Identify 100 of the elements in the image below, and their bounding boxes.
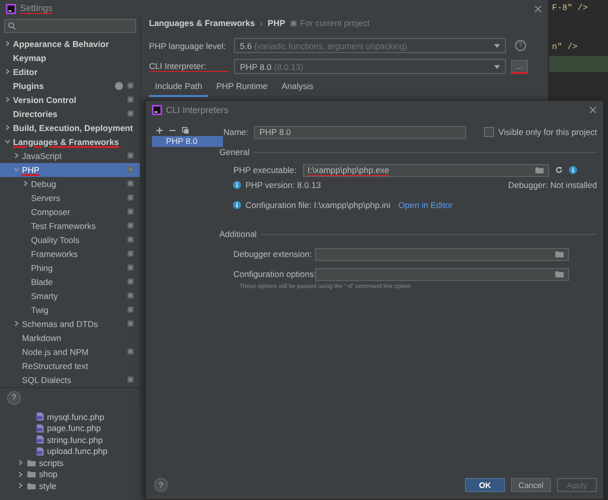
search-field[interactable] bbox=[4, 19, 136, 33]
caret-icon bbox=[494, 44, 500, 48]
copy-icon[interactable] bbox=[182, 126, 189, 134]
tab[interactable]: Analysis bbox=[276, 79, 320, 97]
reload-icon[interactable] bbox=[554, 166, 563, 174]
folder-icon[interactable] bbox=[555, 270, 564, 278]
interpreter-item[interactable]: PHP 8.0 bbox=[152, 136, 224, 147]
window-title: Settings bbox=[20, 3, 53, 14]
php-file-icon bbox=[36, 446, 44, 456]
sidebar-item[interactable]: Twig bbox=[0, 302, 140, 317]
breadcrumb-separator: › bbox=[260, 18, 263, 28]
debugger-status: Debugger: Not installed bbox=[508, 180, 597, 190]
help-button[interactable]: ? bbox=[154, 478, 168, 492]
folder-icon[interactable] bbox=[555, 250, 564, 258]
close-icon[interactable] bbox=[534, 4, 542, 12]
chevron-right-icon[interactable] bbox=[17, 470, 24, 478]
sidebar-item[interactable]: Debug bbox=[0, 176, 140, 191]
code-line: n" /> bbox=[551, 41, 579, 54]
sidebar-item[interactable]: Directories bbox=[0, 106, 140, 121]
sidebar-item[interactable]: ReStructured text bbox=[0, 358, 140, 373]
folder-item[interactable]: scripts bbox=[0, 457, 145, 468]
sidebar-item[interactable]: SQL Dialects bbox=[0, 372, 140, 387]
sidebar-item[interactable]: Schemas and DTDs bbox=[0, 316, 140, 331]
breadcrumb-item: Languages & Frameworks bbox=[149, 18, 255, 28]
dialog-button[interactable]: Cancel bbox=[511, 478, 551, 492]
scope-note: For current project bbox=[300, 18, 370, 28]
app-icon bbox=[6, 4, 16, 14]
sidebar-item[interactable]: Editor bbox=[0, 64, 140, 79]
caret-icon bbox=[494, 64, 500, 68]
tab[interactable]: PHP Runtime bbox=[210, 79, 274, 97]
sidebar-item[interactable]: PHP bbox=[0, 162, 140, 177]
chevron-right-icon[interactable] bbox=[13, 152, 20, 160]
info-icon bbox=[233, 201, 242, 209]
info-icon bbox=[233, 181, 242, 189]
sidebar-item[interactable]: Frameworks bbox=[0, 246, 140, 261]
file-item[interactable]: mysql.func.php bbox=[0, 411, 145, 422]
folder-item[interactable]: style bbox=[0, 480, 145, 492]
sidebar-item[interactable]: Smarty bbox=[0, 288, 140, 303]
config-file-text: Configuration file: I:\xampp\php\php.ini bbox=[245, 200, 390, 210]
sidebar-item[interactable]: Servers bbox=[0, 190, 140, 205]
sidebar-item[interactable]: Plugins bbox=[0, 78, 140, 93]
php-file-icon bbox=[36, 412, 44, 422]
file-item[interactable]: upload.func.php bbox=[0, 446, 145, 457]
sidebar-item[interactable]: Keymap bbox=[0, 50, 140, 65]
sidebar-item[interactable]: Markdown bbox=[0, 330, 140, 345]
sidebar-item[interactable]: JavaScript bbox=[0, 148, 140, 163]
field-label: Name: bbox=[223, 127, 248, 137]
sidebar-item[interactable]: Build, Execution, Deployment bbox=[0, 120, 140, 135]
configuration-options-field[interactable] bbox=[315, 268, 570, 280]
dialog-button[interactable]: OK bbox=[465, 478, 505, 492]
sidebar-item[interactable]: Languages & Frameworks bbox=[0, 134, 140, 149]
sidebar-item[interactable]: Appearance & Behavior bbox=[0, 36, 140, 51]
project-scope-icon bbox=[127, 348, 134, 356]
chevron-right-icon[interactable] bbox=[17, 459, 24, 466]
sidebar-item[interactable]: Composer bbox=[0, 204, 140, 219]
sidebar-item[interactable]: Version Control bbox=[0, 92, 140, 107]
name-field[interactable]: PHP 8.0 bbox=[254, 126, 466, 138]
field-label: PHP language level: bbox=[149, 40, 227, 50]
open-in-editor-link[interactable]: Open in Editor bbox=[398, 200, 453, 210]
add-icon[interactable] bbox=[156, 126, 163, 134]
folder-item[interactable]: shop bbox=[0, 468, 145, 480]
chevron-right-icon[interactable] bbox=[4, 124, 11, 132]
field-label: Configuration options: bbox=[233, 269, 316, 279]
php-version-text: PHP version: 8.0.13 bbox=[245, 180, 321, 190]
dialog-title: CLI Interpreters bbox=[166, 104, 229, 114]
chevron-right-icon[interactable] bbox=[4, 96, 11, 104]
chevron-right-icon[interactable] bbox=[4, 40, 11, 48]
sidebar-item[interactable]: Test Frameworks bbox=[0, 218, 140, 233]
folder-icon[interactable] bbox=[534, 166, 544, 174]
project-scope-icon bbox=[127, 376, 134, 384]
update-badge-icon bbox=[115, 82, 123, 90]
visible-checkbox[interactable]: Visible only for this project bbox=[484, 127, 597, 137]
file-item[interactable]: page.func.php bbox=[0, 422, 145, 434]
debugger-extension-field[interactable] bbox=[315, 248, 570, 260]
close-icon[interactable] bbox=[589, 106, 597, 114]
chevron-right-icon[interactable] bbox=[22, 180, 29, 188]
chevron-right-icon[interactable] bbox=[17, 482, 24, 490]
sidebar-item[interactable]: Phing bbox=[0, 260, 140, 275]
code-line: F-8" /> bbox=[551, 2, 589, 15]
executable-field[interactable]: I:\xampp\php\php.exe bbox=[302, 164, 549, 176]
sidebar-item[interactable]: Blade bbox=[0, 274, 140, 289]
field-label: PHP executable: bbox=[233, 165, 297, 175]
file-item[interactable]: string.func.php bbox=[0, 434, 145, 446]
browse-button[interactable]: ... bbox=[511, 60, 528, 74]
breadcrumb-item: PHP bbox=[268, 18, 286, 28]
sidebar-item[interactable]: Node.js and NPM bbox=[0, 344, 140, 359]
php-file-icon bbox=[36, 435, 44, 444]
section-title: Additional bbox=[219, 229, 257, 239]
tab[interactable]: Include Path bbox=[149, 79, 208, 97]
help-button[interactable]: ? bbox=[7, 390, 21, 405]
chevron-right-icon[interactable] bbox=[4, 68, 11, 76]
chevron-down-icon[interactable] bbox=[4, 138, 11, 146]
php-file-icon bbox=[36, 424, 44, 433]
sidebar-item[interactable]: Quality Tools bbox=[0, 232, 140, 247]
app-icon bbox=[152, 104, 162, 114]
chevron-right-icon[interactable] bbox=[13, 320, 20, 328]
section-title: General bbox=[219, 147, 250, 157]
info-icon bbox=[568, 166, 577, 174]
field-label: Debugger extension: bbox=[233, 249, 313, 259]
search-icon bbox=[8, 22, 16, 30]
